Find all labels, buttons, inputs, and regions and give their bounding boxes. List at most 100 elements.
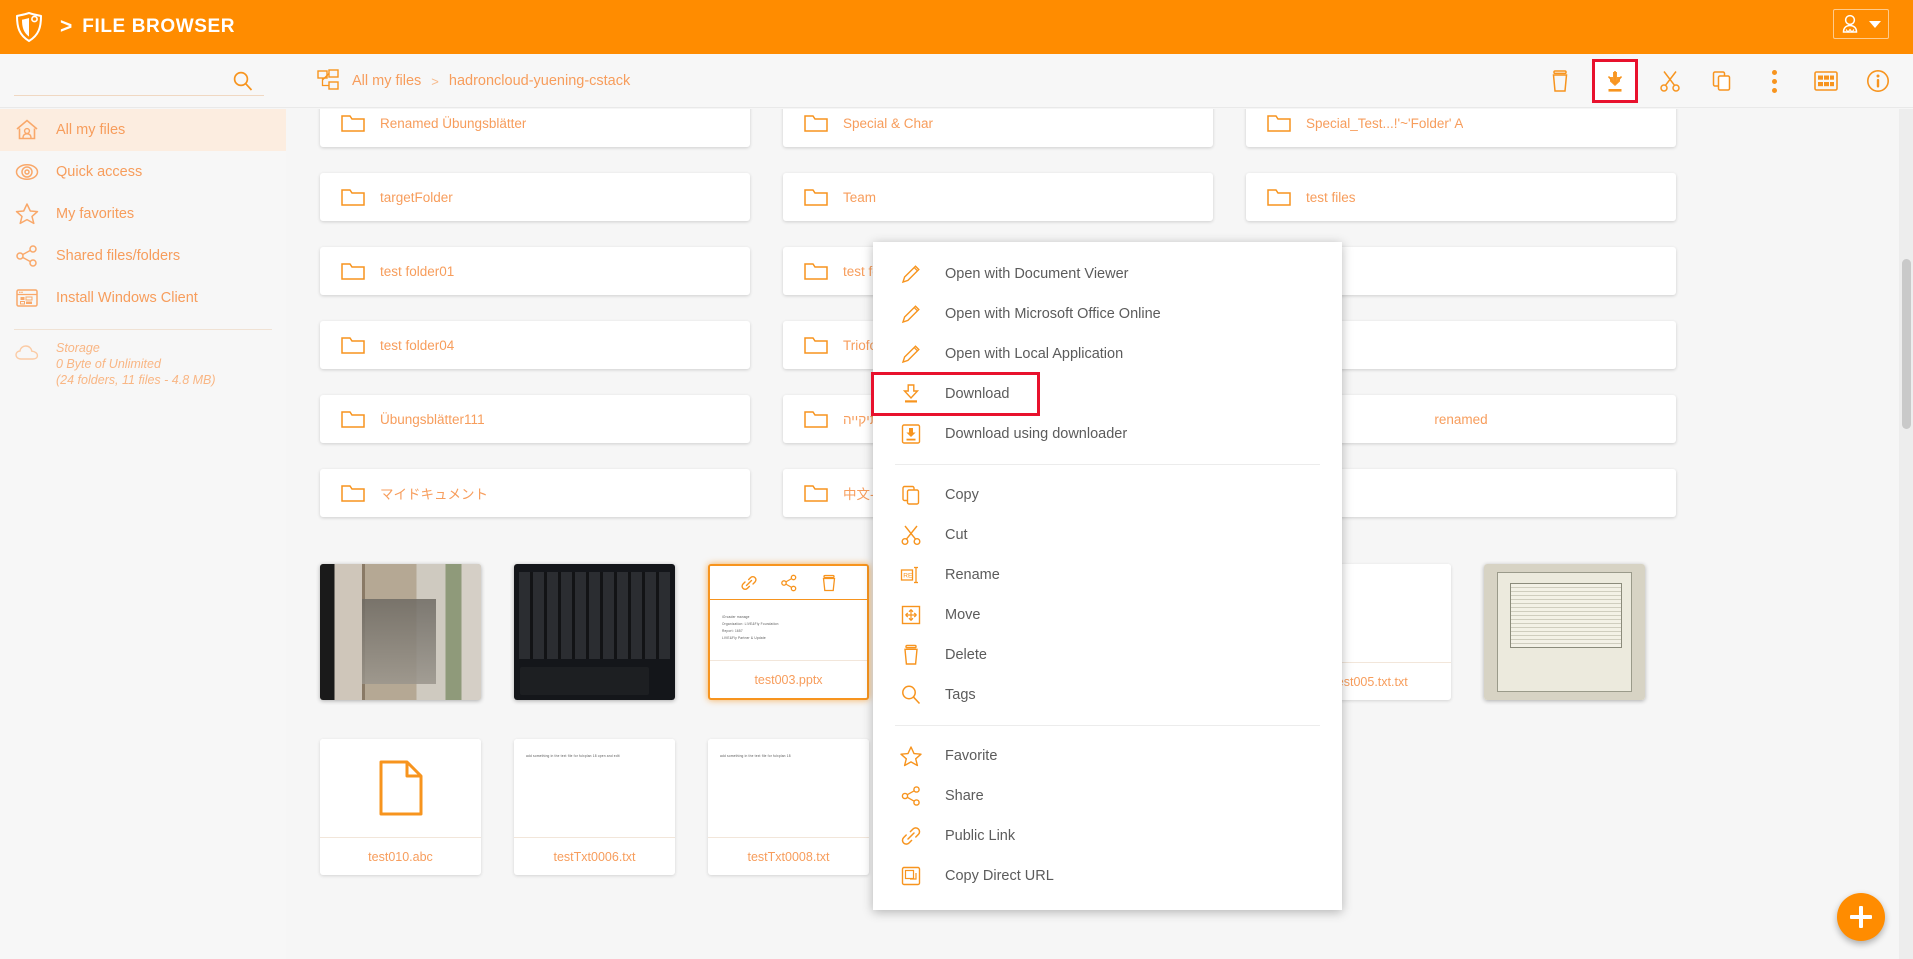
folder-card[interactable]: Übungsblätter111 <box>320 395 750 443</box>
folder-icon <box>1266 112 1292 134</box>
context-menu-item-public-link[interactable]: Public Link <box>873 816 1342 856</box>
context-menu-item-open-with-document-viewer[interactable]: Open with Document Viewer <box>873 254 1342 294</box>
storage-title: Storage <box>56 341 100 355</box>
breadcrumb-item-root[interactable]: All my files <box>352 73 421 89</box>
header-separator: > <box>60 15 73 38</box>
folder-name: Special_Test...!'~'Folder' A <box>1306 115 1464 131</box>
folder-card[interactable]: Renamed Übungsblätter <box>320 109 750 147</box>
context-menu-item-copy-direct-url[interactable]: Copy Direct URL <box>873 856 1342 896</box>
search-input[interactable] <box>0 54 286 108</box>
context-menu-item-label: Download <box>945 386 1010 402</box>
pencil-icon <box>899 262 923 286</box>
photo-door-image <box>320 564 481 700</box>
breadcrumb-item-current[interactable]: hadroncloud-yuening-cstack <box>449 73 630 89</box>
doc-preview-text: add something in the text file for fulxp… <box>526 754 620 758</box>
folder-name: Renamed Übungsblätter <box>380 115 527 131</box>
file-tile[interactable]: test010.abc <box>320 739 481 875</box>
more-vertical-icon <box>1771 69 1777 93</box>
file-tile-photo[interactable] <box>514 564 675 700</box>
scrollbar-track[interactable] <box>1899 109 1913 959</box>
storage-used: 0 Byte of Unlimited <box>56 357 161 371</box>
view-grid-button[interactable] <box>1809 64 1843 98</box>
more-button[interactable] <box>1757 64 1791 98</box>
share-nodes-icon <box>14 243 40 269</box>
context-menu-item-label: Cut <box>945 527 968 543</box>
context-menu-item-label: Open with Microsoft Office Online <box>945 306 1161 322</box>
context-menu: Open with Document Viewer Open with Micr… <box>871 242 1342 910</box>
context-menu-item-download[interactable]: Download <box>871 372 1040 416</box>
scrollbar-thumb[interactable] <box>1902 259 1911 429</box>
download-button[interactable] <box>1592 59 1638 103</box>
folder-name: Übungsblätter111 <box>380 411 485 427</box>
context-menu-item-rename[interactable]: RE Rename <box>873 555 1342 595</box>
sidebar-item-shared-files-folders[interactable]: Shared files/folders <box>0 235 286 277</box>
chevron-down-icon <box>1869 20 1881 28</box>
context-menu-item-download-using-downloader[interactable]: Download using downloader <box>873 414 1342 454</box>
context-menu-item-cut[interactable]: Cut <box>873 515 1342 555</box>
folder-icon <box>803 334 829 356</box>
generic-file-icon <box>379 760 422 816</box>
trash-icon <box>1552 70 1568 92</box>
info-button[interactable] <box>1861 64 1895 98</box>
folder-card[interactable]: Special_Test...!'~'Folder' A <box>1246 109 1676 147</box>
folder-card[interactable]: Team <box>783 173 1213 221</box>
folder-icon <box>803 408 829 430</box>
shield-logo-icon[interactable] <box>8 6 50 48</box>
context-menu-divider <box>895 464 1320 465</box>
doc-preview-text: add something in the text file for fulxp… <box>720 754 791 758</box>
sidebar-item-quick-access[interactable]: Quick access <box>0 151 286 193</box>
file-thumbnail <box>320 739 481 837</box>
cut-button[interactable] <box>1653 64 1687 98</box>
folder-icon <box>340 334 366 356</box>
file-row-2: test010.abc add something in the text fi… <box>286 739 903 875</box>
photo-keyboard-image <box>514 564 675 700</box>
trash-icon <box>899 643 923 667</box>
sidebar-item-install-windows-client[interactable]: Install Windows Client <box>0 277 286 319</box>
search-icon <box>233 71 253 91</box>
cloud-icon <box>14 340 40 366</box>
file-tile-photo[interactable] <box>1484 564 1645 700</box>
folder-card[interactable]: Special & Char <box>783 109 1213 147</box>
context-menu-item-open-with-local-application[interactable]: Open with Local Application <box>873 334 1342 374</box>
copy-url-icon <box>899 864 923 888</box>
folder-card[interactable]: targetFolder <box>320 173 750 221</box>
sidebar-item-my-favorites[interactable]: My favorites <box>0 193 286 235</box>
folder-icon <box>340 260 366 282</box>
sidebar-item-all-my-files[interactable]: All my files <box>0 109 286 151</box>
context-menu-item-label: Share <box>945 788 984 804</box>
delete-button[interactable] <box>1543 64 1577 98</box>
download-icon <box>1607 71 1623 92</box>
context-menu-item-label: Open with Document Viewer <box>945 266 1129 282</box>
storage-summary: Storage 0 Byte of Unlimited (24 folders,… <box>0 340 286 388</box>
file-name: test010.abc <box>320 837 481 875</box>
user-menu-button[interactable] <box>1833 9 1889 39</box>
folder-icon <box>340 112 366 134</box>
context-menu-item-favorite[interactable]: Favorite <box>873 736 1342 776</box>
share-nodes-icon <box>899 784 923 808</box>
folder-card[interactable]: test folder04 <box>320 321 750 369</box>
folder-card[interactable]: test folder01 <box>320 247 750 295</box>
file-tile-selected[interactable]: iOrcader manage Organization: LIVE&Fly Fo… <box>708 564 869 700</box>
context-menu-item-share[interactable]: Share <box>873 776 1342 816</box>
context-menu-item-tags[interactable]: Tags <box>873 675 1342 715</box>
delete-icon[interactable] <box>819 573 839 593</box>
add-button[interactable] <box>1837 893 1885 941</box>
context-menu-item-delete[interactable]: Delete <box>873 635 1342 675</box>
file-tile-photo[interactable] <box>320 564 481 700</box>
context-menu-item-move[interactable]: Move <box>873 595 1342 635</box>
share-icon[interactable] <box>779 573 799 593</box>
copy-button[interactable] <box>1705 64 1739 98</box>
context-menu-item-copy[interactable]: Copy <box>873 475 1342 515</box>
public-link-icon[interactable] <box>739 573 759 593</box>
file-tile[interactable]: add something in the text file for fulxp… <box>708 739 869 875</box>
folder-card[interactable]: test files <box>1246 173 1676 221</box>
file-tile[interactable]: add something in the text file for fulxp… <box>514 739 675 875</box>
context-menu-item-label: Public Link <box>945 828 1016 844</box>
folder-icon <box>803 186 829 208</box>
folder-tree-icon <box>317 69 339 90</box>
folder-icon <box>803 260 829 282</box>
sidebar-item-label: Quick access <box>56 164 143 180</box>
folder-card[interactable]: マイドキュメント <box>320 469 750 517</box>
context-menu-item-open-with-microsoft-office-online[interactable]: Open with Microsoft Office Online <box>873 294 1342 334</box>
folder-icon <box>803 482 829 504</box>
